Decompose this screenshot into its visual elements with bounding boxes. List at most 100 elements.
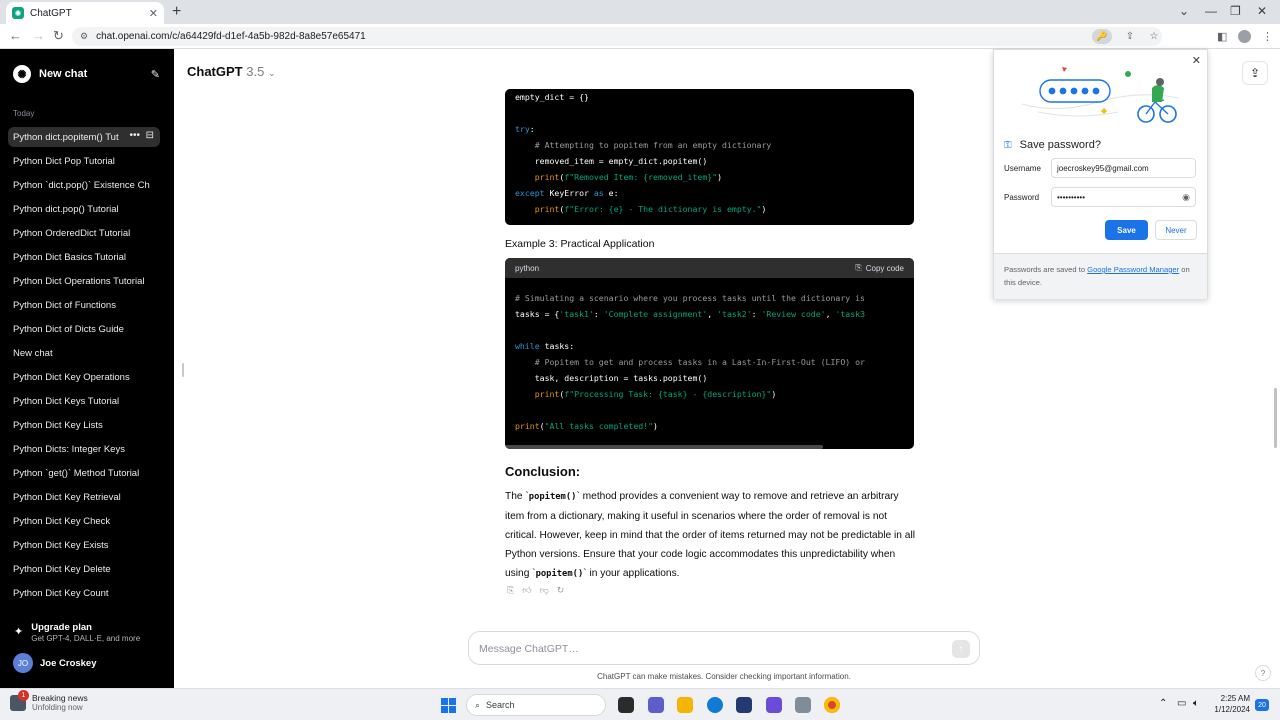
history-item[interactable]: Python Dict Operations Tutorial [8, 271, 160, 291]
message-input[interactable] [479, 640, 939, 658]
notification-badge[interactable]: 20 [1255, 699, 1269, 711]
never-button[interactable]: Never [1155, 220, 1197, 240]
save-password-title: Save password? [1019, 139, 1101, 151]
history-item[interactable]: Python Dict of Functions [8, 295, 160, 315]
thumbs-down-icon[interactable]: 👎︎ [540, 585, 549, 596]
copy-icon[interactable]: ⎘ [507, 585, 514, 596]
minimize-icon[interactable]: — [1205, 4, 1217, 18]
windows-start-icon[interactable] [441, 698, 456, 713]
upgrade-plan-button[interactable]: ✦ Upgrade plan Get GPT-4, DALL·E, and mo… [14, 622, 164, 643]
side-panel-icon[interactable]: ◧ [1217, 30, 1227, 43]
history-item[interactable]: Python OrderedDict Tutorial [8, 223, 160, 243]
password-field[interactable]: •••••••••• ◉ [1051, 187, 1196, 207]
code-token: , [825, 309, 836, 319]
history-item[interactable]: Python Dict Pop Tutorial [8, 151, 160, 171]
history-item[interactable]: Python Dict Key Retrieval [8, 487, 160, 507]
history-item[interactable]: Python Dict Key Lists [8, 415, 160, 435]
code-line: print(f"Processing Task: {task} - {descr… [515, 386, 914, 402]
code-token: print [534, 172, 560, 182]
history-item[interactable]: Python Dicts: Integer Keys [8, 439, 160, 459]
system-clock[interactable]: 2:25 AM 1/12/2024 [1210, 693, 1250, 715]
file-explorer-icon[interactable] [677, 697, 693, 713]
history-item[interactable]: Python `get()` Method Tutorial [8, 463, 160, 483]
browser-tab[interactable]: ✺ ChatGPT ✕ [6, 2, 164, 24]
profile-avatar-icon[interactable] [1238, 30, 1251, 43]
forward-icon[interactable]: → [32, 29, 45, 43]
share-page-icon[interactable]: ⇪ [1122, 31, 1138, 42]
page-scrollbar[interactable] [1274, 388, 1277, 448]
edge-icon[interactable] [707, 697, 723, 713]
password-key-icon[interactable]: 🔑 [1092, 29, 1112, 44]
site-info-icon[interactable]: ⚙ [80, 31, 88, 42]
volume-icon[interactable]: 🔈︎ [1193, 698, 1199, 709]
model-version: 3.5 [246, 64, 265, 79]
back-icon[interactable]: ← [9, 29, 22, 43]
close-window-icon[interactable]: ✕ [1257, 4, 1267, 18]
eye-icon[interactable]: ◉ [1182, 192, 1190, 203]
save-button[interactable]: Save [1105, 220, 1148, 240]
history-item[interactable]: Python Dict Key Check [8, 511, 160, 531]
browser-menu-icon[interactable]: ⋮ [1262, 30, 1273, 43]
code-scrollbar[interactable] [505, 445, 823, 449]
search-icon: ⌕ [475, 699, 481, 710]
model-selector[interactable]: ChatGPT 3.5 ⌄ [187, 64, 276, 79]
code-token: f"Processing Task: {task} - {description… [564, 389, 772, 399]
save-password-dialog: ✕ ⚿ Save password? Username joecroskey95… [993, 49, 1208, 299]
tab-title: ChatGPT [30, 7, 72, 19]
history-item[interactable]: Python Dict Keys Tutorial [8, 391, 160, 411]
app-icon[interactable] [795, 697, 811, 713]
send-button[interactable]: ↑ [952, 640, 970, 658]
history-item-actions: ••• ⊟ [125, 130, 154, 141]
more-options-icon[interactable]: ••• [130, 130, 141, 141]
url-text[interactable]: chat.openai.com/c/a64429fd-d1ef-4a5b-982… [96, 31, 1084, 42]
network-icon[interactable]: ▭ [1177, 698, 1186, 709]
taskbar-search[interactable]: ⌕ Search [466, 694, 606, 716]
app-icon[interactable] [766, 697, 782, 713]
history-item[interactable]: New chat [8, 343, 160, 363]
code-line: # Simulating a scenario where you proces… [515, 290, 914, 306]
history-item[interactable]: Python dict.pop() Tutorial [8, 199, 160, 219]
news-widget[interactable]: 1 Breaking news Unfolding now [10, 689, 88, 712]
history-item[interactable]: Python Dict of Dicts Guide [8, 319, 160, 339]
user-menu-button[interactable]: JO Joe Croskey [13, 653, 97, 673]
close-tab-icon[interactable]: ✕ [149, 7, 158, 20]
regenerate-icon[interactable]: ↻ [557, 585, 565, 596]
copy-code-button[interactable]: ⎘ Copy code [855, 263, 904, 273]
history-item[interactable]: Python Dict Key Operations [8, 367, 160, 387]
code-token: ) [717, 172, 723, 182]
new-chat-button[interactable]: ✺ New chat ✎ [8, 63, 160, 85]
code-token: while [515, 341, 540, 351]
thumbs-up-icon[interactable]: 👍︎ [522, 585, 531, 596]
history-item-label: Python Dict Key Lists [13, 419, 103, 431]
teams-chat-icon[interactable] [648, 697, 664, 713]
new-chat-label: New chat [39, 68, 88, 80]
task-view-icon[interactable] [618, 697, 634, 713]
chevron-up-icon[interactable]: ⌃ [1159, 698, 1167, 709]
close-icon[interactable]: ✕ [1192, 54, 1201, 67]
history-item[interactable]: Python `dict.pop()` Existence Ch [8, 175, 160, 195]
history-item[interactable]: Python Dict Key Delete [8, 559, 160, 579]
chevron-down-icon[interactable]: ⌄ [1179, 4, 1189, 18]
reload-icon[interactable]: ↻ [53, 29, 64, 43]
share-chat-button[interactable]: ⇪ [1242, 61, 1268, 85]
maximize-icon[interactable]: ❐ [1230, 4, 1241, 18]
compose-icon[interactable]: ✎ [151, 68, 160, 81]
password-manager-link[interactable]: Google Password Manager [1087, 265, 1179, 274]
archive-icon[interactable]: ⊟ [146, 130, 154, 141]
omnibox[interactable]: ⚙ chat.openai.com/c/a64429fd-d1ef-4a5b-9… [72, 27, 1162, 46]
new-tab-icon[interactable]: + [172, 3, 181, 21]
code-line: task, description = tasks.popitem() [515, 370, 914, 386]
address-bar-row: ← → ↻ ⚙ chat.openai.com/c/a64429fd-d1ef-… [0, 24, 1280, 49]
history-item[interactable]: Python Dict Key Exists [8, 535, 160, 555]
code-token: f"Removed Item: {removed_item}" [564, 172, 718, 182]
chrome-icon[interactable] [824, 697, 840, 713]
history-item[interactable]: Python dict.popitem() Tut ••• ⊟ [8, 127, 160, 147]
sidebar-resize-handle[interactable] [182, 363, 184, 377]
username-field[interactable]: joecroskey95@gmail.com [1051, 158, 1196, 178]
help-button[interactable]: ? [1255, 665, 1271, 681]
bookmark-star-icon[interactable]: ☆ [1146, 31, 1162, 42]
store-icon[interactable] [736, 697, 752, 713]
history-item[interactable]: Python Dict Key Count [8, 583, 160, 603]
code-token: # Popitem to get and process tasks in a … [515, 357, 865, 367]
history-item[interactable]: Python Dict Basics Tutorial [8, 247, 160, 267]
